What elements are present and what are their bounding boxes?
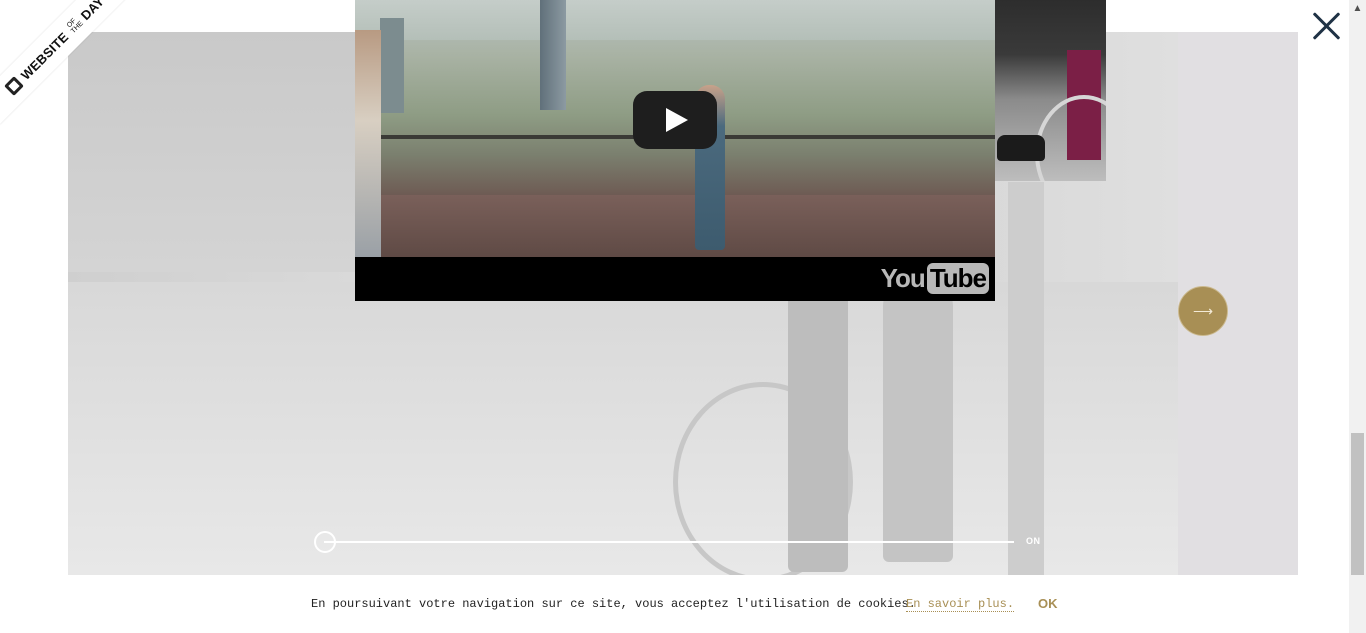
cyclist-wheel	[1035, 95, 1106, 181]
background-person	[788, 262, 848, 572]
cookie-message: En poursuivant votre navigation sur ce s…	[311, 597, 916, 611]
youtube-logo-you: You	[880, 263, 926, 293]
play-icon	[666, 108, 688, 132]
close-icon[interactable]	[1311, 10, 1343, 42]
scroll-up-icon[interactable]: ▲	[1349, 0, 1366, 17]
arrow-right-icon: ⟶	[1192, 302, 1214, 319]
awwwards-logo-icon	[3, 76, 24, 97]
cookie-ok-button[interactable]: OK	[1038, 596, 1058, 611]
video-building	[380, 18, 404, 113]
video-sky	[355, 0, 995, 40]
timeline-slider[interactable]	[314, 531, 1014, 553]
slider-label: ON	[1026, 536, 1041, 546]
ribbon-word-of-the: OF THE	[65, 17, 85, 35]
ribbon-word-website: WEBSITE	[17, 28, 72, 83]
next-button[interactable]: ⟶	[1178, 286, 1228, 336]
cyclist-photo-crop	[995, 0, 1106, 181]
video-tower	[540, 0, 566, 110]
cookie-bar: En poursuivant votre navigation sur ce s…	[0, 575, 1349, 633]
background-person	[883, 282, 953, 562]
slider-track[interactable]	[324, 541, 1014, 543]
background-pole	[1008, 182, 1044, 575]
slider-handle[interactable]	[314, 531, 336, 553]
cyclist-shoe	[997, 135, 1045, 161]
scrollbar[interactable]: ▲	[1349, 0, 1366, 633]
cookie-learn-more-link[interactable]: En savoir plus.	[906, 597, 1015, 612]
youtube-logo[interactable]: You Tube	[881, 263, 989, 294]
video-ground	[355, 195, 995, 257]
play-button[interactable]	[633, 91, 717, 149]
scrollbar-thumb[interactable]	[1351, 433, 1364, 575]
youtube-logo-tube: Tube	[926, 263, 989, 294]
background-building	[68, 32, 368, 272]
ribbon-word-day: DAY	[77, 0, 107, 23]
video-person	[355, 30, 381, 257]
youtube-video-player[interactable]: You Tube	[355, 0, 995, 301]
